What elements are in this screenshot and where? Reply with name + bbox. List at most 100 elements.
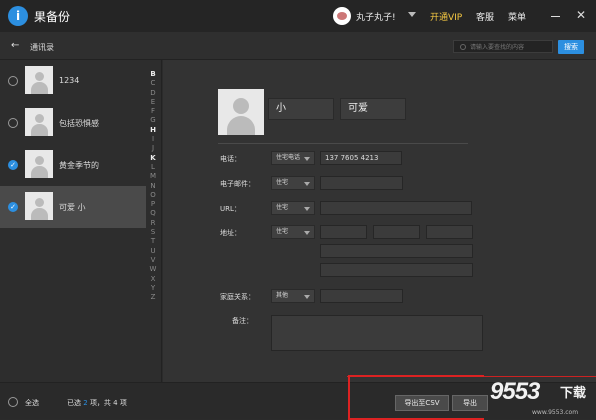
search-icon: [460, 44, 466, 50]
index-letter[interactable]: G: [147, 116, 159, 125]
close-icon[interactable]: ✕: [576, 9, 586, 21]
contact-name: 1234: [59, 76, 80, 85]
index-letter[interactable]: C: [147, 79, 159, 88]
index-letter[interactable]: O: [147, 191, 159, 200]
avatar: [25, 108, 53, 136]
index-letter[interactable]: J: [147, 144, 159, 153]
list-item-selected[interactable]: ✓ 可爱 小: [0, 186, 146, 228]
index-letter[interactable]: E: [147, 98, 159, 107]
app-title: 果备份: [34, 10, 71, 24]
address-street-field[interactable]: [320, 225, 367, 239]
search-box: [453, 40, 553, 53]
select-all-checkbox[interactable]: [8, 397, 18, 407]
last-name-field[interactable]: 可爱: [340, 98, 406, 120]
contact-name: 包括恐惧感: [59, 119, 99, 128]
minimize-icon[interactable]: [551, 16, 560, 17]
chevron-down-icon: [304, 157, 310, 161]
index-letter[interactable]: V: [147, 256, 159, 265]
index-letter[interactable]: D: [147, 89, 159, 98]
address-country-field[interactable]: [320, 263, 473, 277]
selection-count: 已选 2 项，共 4 项: [67, 399, 127, 407]
phone-field[interactable]: 137 7605 4213: [320, 151, 402, 165]
username[interactable]: 丸子丸子!: [356, 10, 396, 23]
index-letter[interactable]: M: [147, 172, 159, 181]
service-link[interactable]: 客服: [476, 10, 494, 23]
chevron-down-icon: [304, 207, 310, 211]
watermark-text: 下载: [560, 386, 587, 401]
breadcrumb: 通讯录: [30, 43, 54, 52]
email-type-select[interactable]: 住宅: [271, 176, 315, 190]
avatar: [25, 192, 53, 220]
index-letter[interactable]: X: [147, 275, 159, 284]
vip-link[interactable]: 开通VIP: [430, 10, 462, 23]
family-field[interactable]: [320, 289, 403, 303]
list-item[interactable]: 1234: [0, 60, 146, 102]
user-avatar[interactable]: [333, 7, 351, 25]
index-letter[interactable]: F: [147, 107, 159, 116]
contact-name: 黄金季节的: [59, 161, 99, 170]
checkbox[interactable]: [8, 118, 18, 128]
title-bar: i 果备份 丸子丸子! 开通VIP 客服 菜单 ✕: [0, 0, 596, 32]
app-logo-icon: i: [8, 6, 28, 26]
export-csv-button[interactable]: 导出至CSV: [395, 395, 449, 411]
search-input[interactable]: [470, 42, 550, 52]
address-type-select[interactable]: 住宅: [271, 225, 315, 239]
phone-type-select[interactable]: 住宅电话: [271, 151, 315, 165]
checkbox-checked[interactable]: ✓: [8, 160, 18, 170]
index-letter[interactable]: Y: [147, 284, 159, 293]
menu-link[interactable]: 菜单: [508, 10, 526, 23]
avatar: [25, 66, 53, 94]
index-letter[interactable]: Z: [147, 293, 159, 302]
address-label: 地址：: [220, 229, 241, 237]
checkbox[interactable]: [8, 76, 18, 86]
index-letter[interactable]: P: [147, 200, 159, 209]
list-item[interactable]: ✓ 黄金季节的: [0, 144, 146, 186]
watermark-logo: 9553 下载 www.9553.com: [490, 378, 596, 419]
index-letter[interactable]: R: [147, 219, 159, 228]
email-label: 电子邮件：: [220, 180, 255, 188]
notes-field[interactable]: [271, 315, 483, 351]
address-line2-field[interactable]: [320, 244, 473, 258]
alphabet-index: B C D E F G H I J K L M N O P Q R S T U …: [147, 70, 159, 302]
list-item[interactable]: 包括恐惧感: [0, 102, 146, 144]
address-zip-field[interactable]: [426, 225, 473, 239]
index-letter[interactable]: I: [147, 135, 159, 144]
url-field[interactable]: [320, 201, 472, 215]
contact-list: 1234 包括恐惧感 ✓ 黄金季节的 ✓ 可爱 小: [0, 60, 162, 382]
address-city-field[interactable]: [373, 225, 420, 239]
family-type-select[interactable]: 其他: [271, 289, 315, 303]
checkbox-checked[interactable]: ✓: [8, 202, 18, 212]
watermark-url: www.9553.com: [532, 409, 579, 416]
chevron-down-icon[interactable]: [408, 12, 416, 17]
select-all-label[interactable]: 全选: [25, 398, 39, 408]
export-button[interactable]: 导出: [452, 395, 488, 411]
url-type-select[interactable]: 住宅: [271, 201, 315, 215]
index-letter[interactable]: U: [147, 247, 159, 256]
index-letter[interactable]: W: [147, 265, 159, 274]
chevron-down-icon: [304, 182, 310, 186]
search-button[interactable]: 搜索: [558, 40, 584, 54]
contact-detail: 小 可爱 电话： 住宅电话 137 7605 4213 电子邮件： 住宅 URL…: [163, 60, 596, 382]
email-field[interactable]: [320, 176, 403, 190]
index-letter[interactable]: T: [147, 237, 159, 246]
index-letter[interactable]: K: [147, 154, 159, 163]
url-label: URL：: [220, 205, 241, 213]
toolbar: ← 通讯录 搜索: [0, 32, 596, 60]
phone-label: 电话：: [220, 155, 241, 163]
notes-label: 备注：: [232, 317, 253, 325]
index-letter[interactable]: N: [147, 182, 159, 191]
index-letter[interactable]: L: [147, 163, 159, 172]
index-letter[interactable]: B: [147, 70, 159, 79]
chevron-down-icon: [304, 231, 310, 235]
chevron-down-icon: [304, 295, 310, 299]
index-letter[interactable]: Q: [147, 209, 159, 218]
index-letter[interactable]: H: [147, 126, 159, 135]
contact-photo[interactable]: [218, 89, 264, 135]
avatar: [25, 150, 53, 178]
watermark-number: 9553: [490, 378, 540, 405]
index-letter[interactable]: S: [147, 228, 159, 237]
divider: [218, 143, 468, 144]
first-name-field[interactable]: 小: [268, 98, 334, 120]
contact-name: 可爱 小: [59, 203, 86, 212]
back-arrow-icon[interactable]: ←: [11, 40, 19, 51]
